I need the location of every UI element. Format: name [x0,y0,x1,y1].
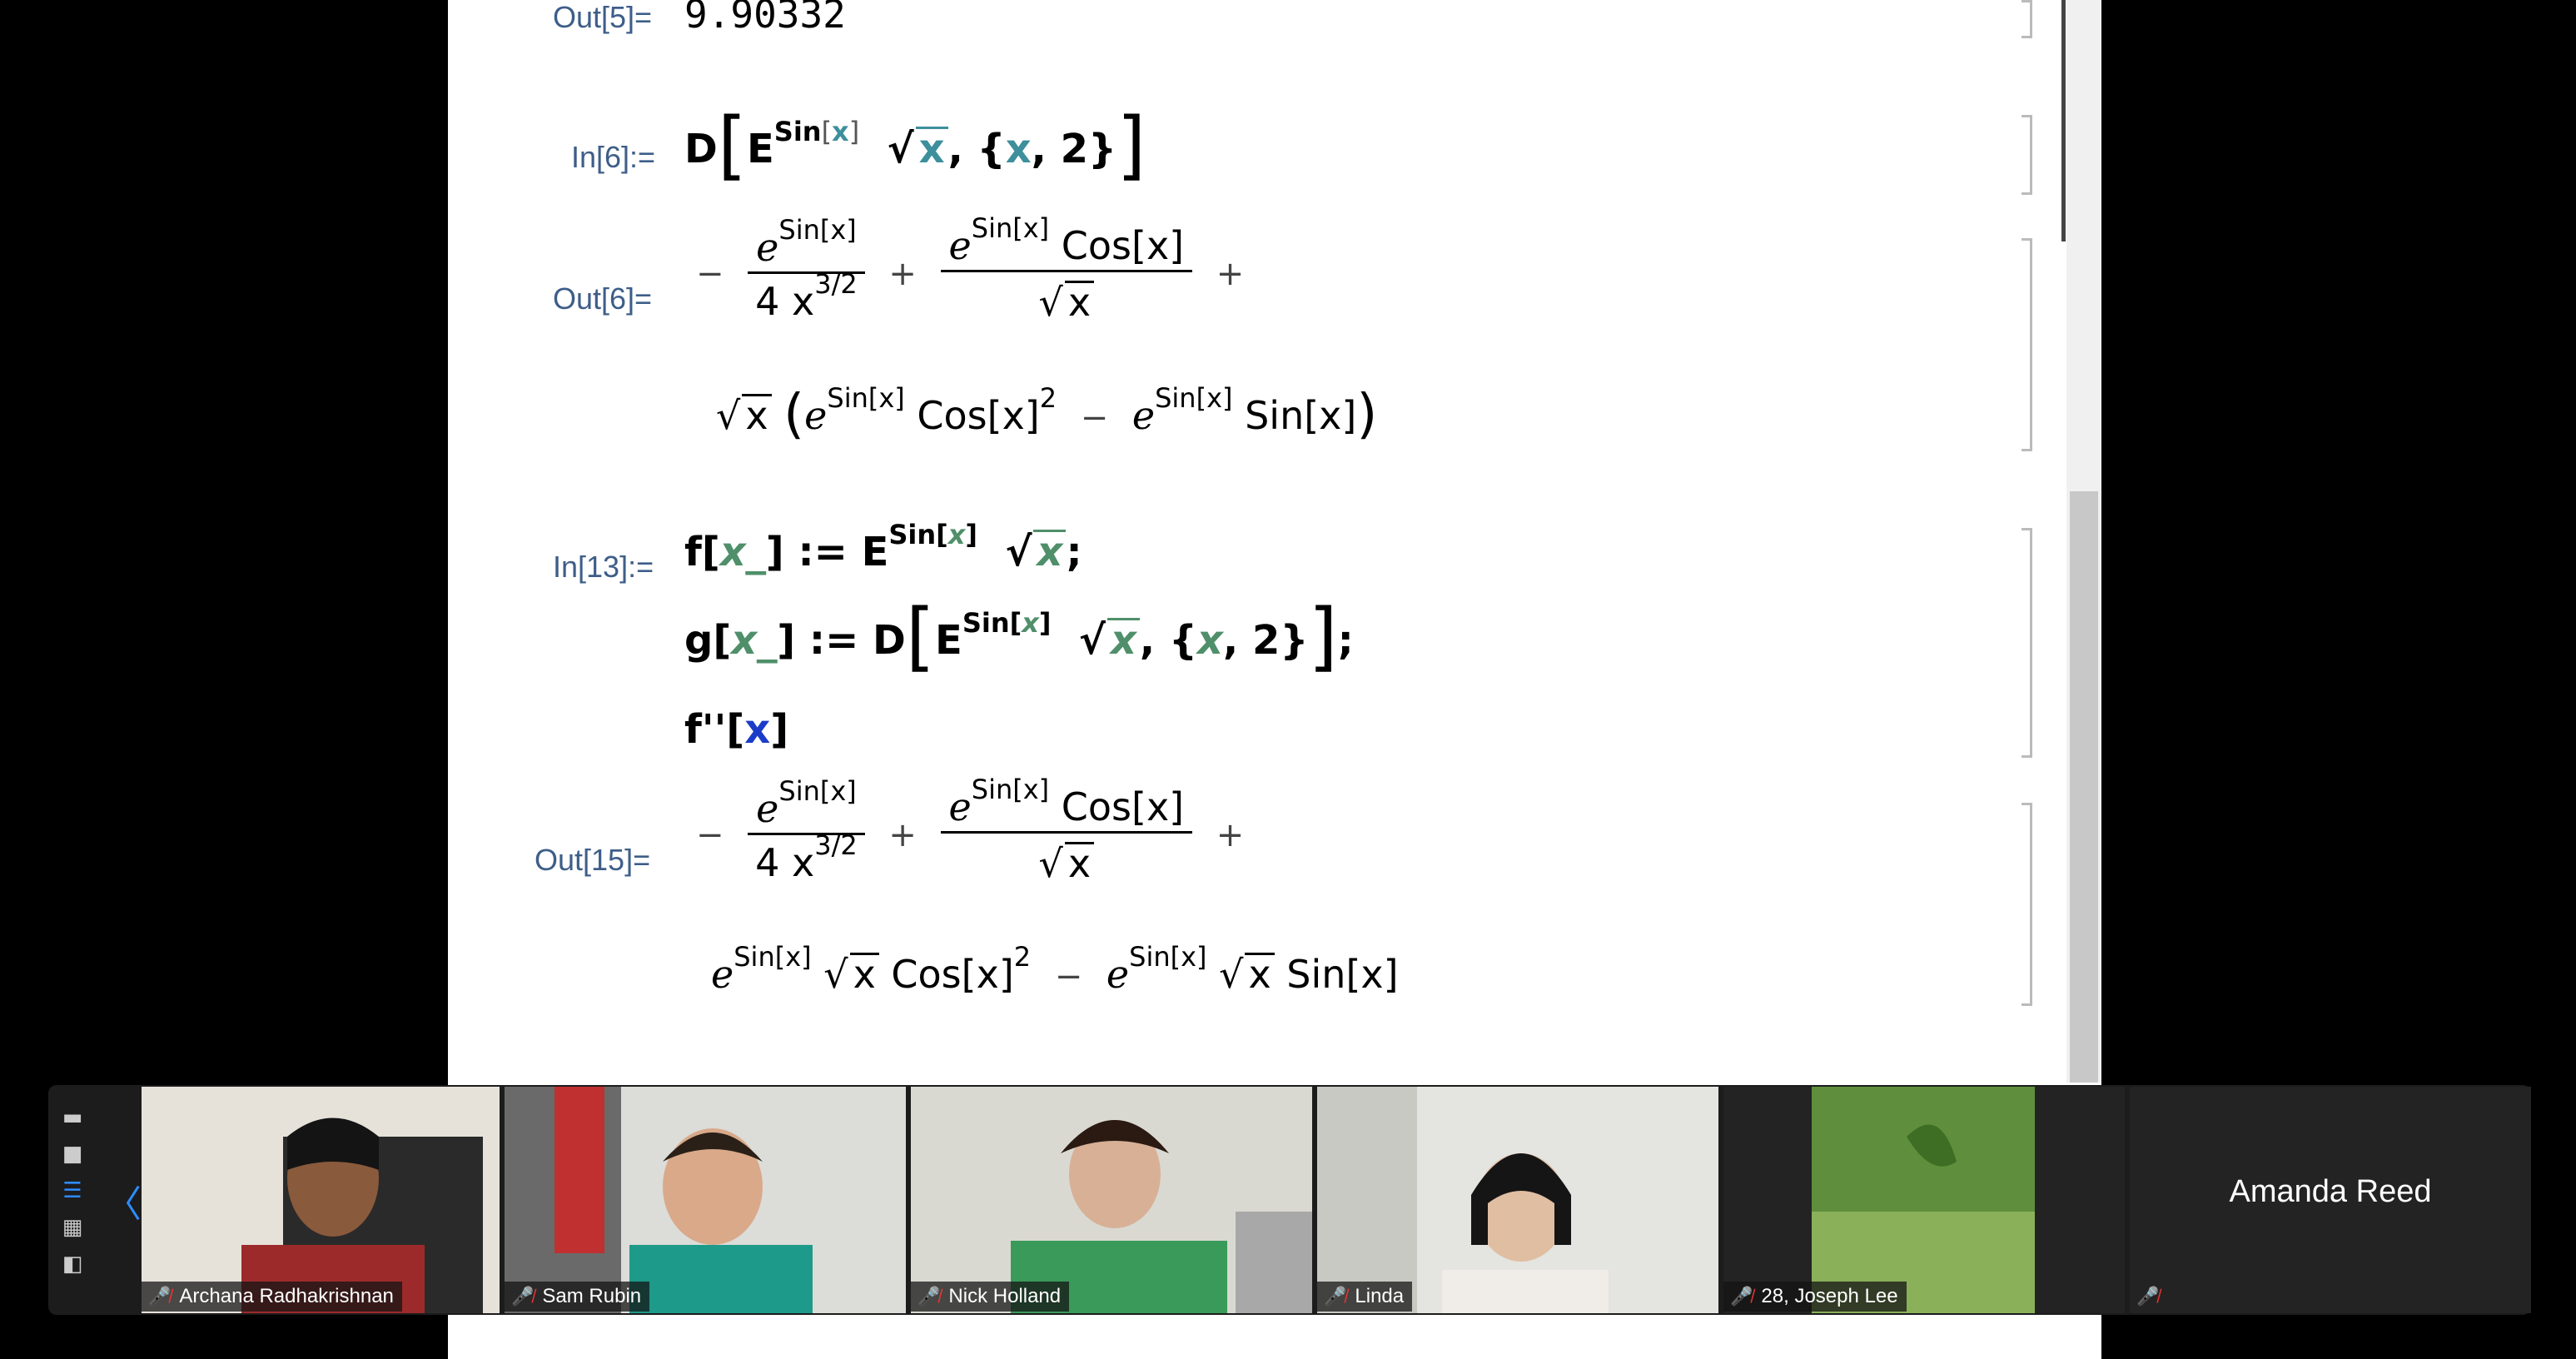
single-view-icon[interactable]: ■ [60,1136,85,1172]
cell-bracket[interactable] [2022,238,2032,451]
out15-expr-line2: eSin[x] √ x Cos[x]2 − eSin[x] √ x Sin[x] [711,941,1399,997]
participant-tile[interactable]: 🎤̸ Archana Radhakrishnan [142,1087,500,1313]
g-definition[interactable]: g[x_] := D[ESin[x] √ x, {x, 2}]; [684,600,1354,675]
f-definition[interactable]: f[x_] := ESin[x] √ x; [684,521,1082,572]
participant-video [142,1087,500,1313]
minimize-icon[interactable]: ▬ [60,1099,85,1136]
participant-video [505,1087,906,1313]
scroll-indicator [2061,0,2066,241]
f-second-derivative-call[interactable]: f''[x] [684,709,788,749]
cell-bracket[interactable] [2022,803,2032,1006]
side-by-side-icon[interactable]: ◧ [60,1246,85,1282]
participant-name: 🎤̸ Nick Holland [911,1282,1070,1312]
mic-muted-icon: 🎤̸ [918,1286,941,1307]
out6-expr-line2: √ x (eSin[x] Cos[x]2 − eSin[x] Sin[x]) [716,382,1378,446]
out5-value: 9.90332 [684,0,846,37]
previous-page-chevron-icon[interactable]: 〈 [105,1174,142,1227]
cell-bracket[interactable] [2022,115,2032,195]
mic-muted-icon: 🎤̸ [2136,1286,2160,1307]
participant-tile[interactable]: 🎤̸ Linda [1317,1087,1718,1313]
in6-label: In[6]:= [571,140,656,174]
mic-muted-icon: 🎤̸ [148,1286,172,1307]
participant-tile[interactable]: 🎤̸ 28, Joseph Lee [1723,1087,2125,1313]
out15-expr-line1: − eSin[x] 4 x3/2 + eSin[x] Cos[x] √ x + [696,774,1245,886]
participant-tile[interactable]: 🎤̸ Sam Rubin [505,1087,906,1313]
participant-name: 🎤̸ Archana Radhakrishnan [142,1282,402,1312]
participant-tile[interactable]: 🎤̸ Nick Holland [911,1087,1312,1313]
scrollbar-thumb[interactable] [2070,491,2098,1083]
out15-label: Out[15]= [535,843,651,877]
cell-bracket[interactable] [2022,0,2032,38]
out6-expr-line1: − eSin[x] 4 x3/2 + eSin[x] Cos[x] √ x + [696,212,1245,325]
out6-label: Out[6]= [553,281,653,316]
gallery-view-icon[interactable]: ▦ [60,1209,85,1246]
participant-mute-status: 🎤̸ [2130,1282,2176,1312]
mic-muted-icon: 🎤̸ [1324,1286,1347,1307]
strip-view-icon[interactable]: ☰ [60,1172,85,1209]
in13-label: In[13]:= [553,550,654,584]
participant-video [1723,1087,2125,1313]
mic-muted-icon: 🎤̸ [511,1286,535,1307]
participant-name: 🎤̸ Sam Rubin [505,1282,650,1312]
out5-label: Out[5]= [553,0,653,34]
participant-tile[interactable]: Amanda Reed 🎤̸ [2130,1087,2531,1313]
participant-name: 🎤̸ Linda [1317,1282,1413,1312]
view-controls: ▬ ■ ☰ ▦ ◧ [53,1099,92,1299]
participant-video [1317,1087,1718,1313]
participant-name: 🎤̸ 28, Joseph Lee [1723,1282,1907,1312]
cell-bracket[interactable] [2022,528,2032,758]
participant-name-large: Amanda Reed [2229,1174,2432,1209]
participant-video [911,1087,1312,1313]
mic-muted-icon: 🎤̸ [1730,1286,1753,1307]
in6-input[interactable]: D[ESin[x] √ x, {x, 2}] [684,108,1146,183]
